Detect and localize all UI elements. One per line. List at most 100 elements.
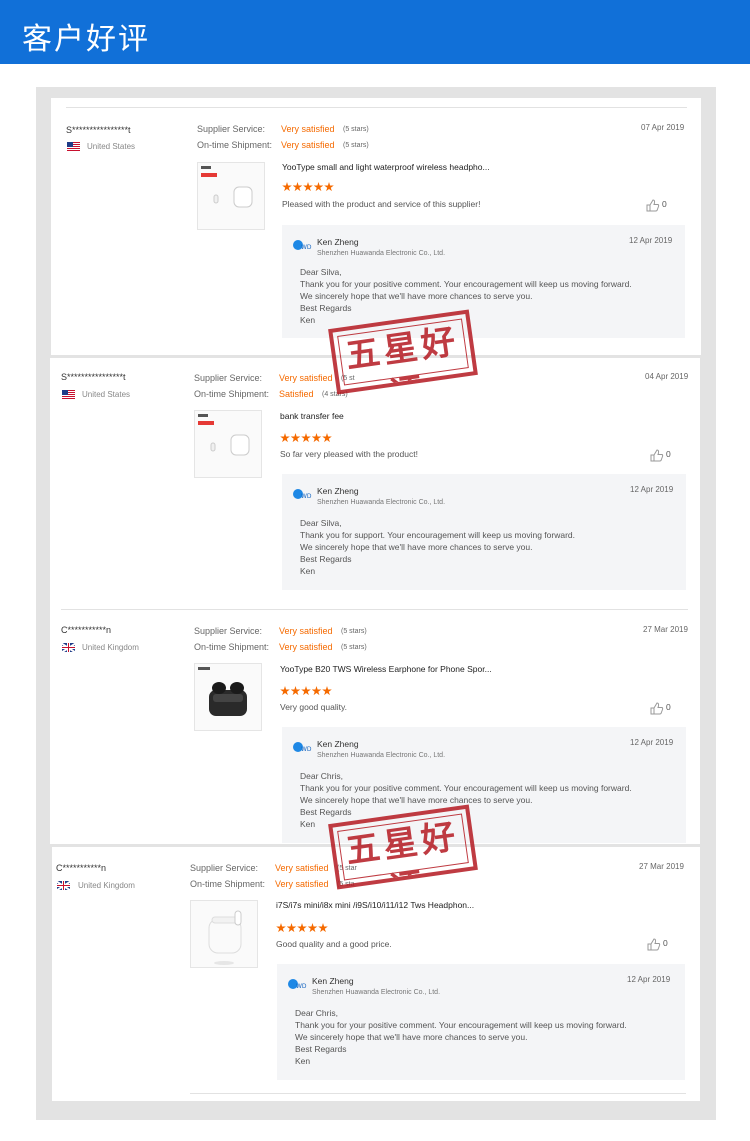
product-thumbnail[interactable] — [190, 900, 258, 968]
reply-date: 12 Apr 2019 — [629, 236, 673, 245]
company-logo-icon: WD — [293, 240, 312, 251]
like-button[interactable]: 0 — [647, 938, 683, 952]
star-rating — [280, 683, 333, 696]
supplier-service-rating: Very satisfied — [279, 373, 333, 383]
reply-line: We sincerely hope that we'll have more c… — [300, 795, 533, 805]
review-card: C***********n United Kingdom Supplier Se… — [52, 847, 700, 1101]
page-title: 客户好评 — [22, 22, 150, 57]
product-link[interactable]: bank transfer fee — [280, 411, 344, 421]
svg-text:WD: WD — [301, 746, 312, 753]
product-link[interactable]: i7S/i7s mini/i8x mini /i9S/i10/i11/i12 T… — [276, 900, 474, 910]
reply-line: Best Regards — [300, 807, 352, 817]
supplier-service-rating: Very satisfied — [281, 124, 335, 134]
reviewer-country: United States — [87, 142, 136, 151]
product-link[interactable]: YooType B20 TWS Wireless Earphone for Ph… — [280, 664, 492, 674]
reply-line: Dear Silva, — [300, 267, 342, 277]
svg-text:WD: WD — [296, 983, 307, 990]
star-icon — [301, 686, 311, 696]
shipment-rating: Satisfied — [279, 389, 314, 399]
star-rating — [276, 920, 329, 933]
star-icon — [297, 923, 307, 933]
like-button[interactable]: 0 — [646, 199, 682, 213]
star-icon — [303, 182, 313, 192]
reviewer-country: United Kingdom — [78, 881, 135, 890]
reply-company: Shenzhen Huawanda Electronic Co., Ltd. — [317, 752, 446, 759]
supplier-reply: WD Ken Zheng Shenzhen Huawanda Electroni… — [282, 225, 685, 338]
review-card: S****************t United States Supplie… — [50, 358, 700, 844]
shipment-label: On-time Shipment: — [194, 389, 270, 399]
product-link[interactable]: YooType small and light waterproof wirel… — [282, 162, 490, 172]
review-comment: Good quality and a good price. — [276, 939, 392, 949]
star-rating — [280, 430, 333, 443]
svg-text:WD: WD — [301, 493, 312, 500]
supplier-service-label: Supplier Service: — [194, 373, 263, 383]
star-icon — [276, 923, 286, 933]
star-icon — [322, 433, 332, 443]
like-count: 0 — [663, 938, 668, 948]
company-logo-icon: WD — [288, 979, 307, 990]
reviewer-name: C***********n — [61, 625, 112, 635]
star-icon — [290, 686, 301, 696]
product-thumbnail[interactable] — [197, 162, 265, 230]
reply-company: Shenzhen Huawanda Electronic Co., Ltd. — [317, 499, 446, 506]
shipment-stars: (5 stars) — [341, 644, 367, 651]
reply-author: Ken Zheng — [317, 486, 359, 496]
reply-line: Dear Chris, — [300, 771, 343, 781]
reply-line: Thank you for support. Your encouragemen… — [300, 530, 575, 540]
reply-line: Ken — [300, 566, 316, 576]
star-icon — [286, 923, 297, 933]
supplier-reply: WD Ken Zheng Shenzhen Huawanda Electroni… — [282, 474, 686, 590]
like-button[interactable]: 0 — [650, 702, 686, 716]
supplier-reply: WD Ken Zheng Shenzhen Huawanda Electroni… — [277, 964, 685, 1080]
reply-company: Shenzhen Huawanda Electronic Co., Ltd. — [312, 989, 441, 996]
product-thumbnail[interactable] — [194, 663, 262, 731]
reply-line: Best Regards — [295, 1044, 347, 1054]
reply-line: Thank you for your positive comment. You… — [295, 1020, 627, 1030]
reply-date: 12 Apr 2019 — [630, 738, 674, 747]
thumbs-up-icon — [646, 199, 660, 212]
reviewer-country: United States — [82, 390, 131, 399]
like-count: 0 — [666, 449, 671, 459]
star-icon — [322, 686, 332, 696]
star-icon — [311, 433, 322, 443]
star-icon — [307, 923, 318, 933]
review-date: 04 Apr 2019 — [645, 372, 689, 381]
review-date: 07 Apr 2019 — [641, 123, 685, 132]
star-rating — [282, 179, 335, 192]
svg-text:WD: WD — [301, 244, 312, 251]
review-comment: Pleased with the product and service of … — [282, 199, 481, 209]
uk-flag-icon — [62, 643, 75, 652]
shipment-label: On-time Shipment: — [194, 642, 270, 652]
star-icon — [311, 686, 322, 696]
product-thumbnail[interactable] — [194, 410, 262, 478]
company-logo-icon: WD — [293, 489, 312, 500]
reviewer-name: S****************t — [61, 372, 126, 382]
airpods-image-icon — [201, 166, 253, 208]
star-icon — [280, 686, 290, 696]
review-date: 27 Mar 2019 — [639, 862, 684, 871]
supplier-service-stars: (5 stars) — [341, 628, 367, 635]
us-flag-icon — [62, 390, 75, 399]
reply-line: Dear Silva, — [300, 518, 342, 528]
reply-line: Ken — [300, 315, 316, 325]
star-icon — [313, 182, 324, 192]
star-icon — [318, 923, 328, 933]
reply-line: We sincerely hope that we'll have more c… — [300, 542, 533, 552]
reply-line: Thank you for your positive comment. You… — [300, 279, 632, 289]
like-button[interactable]: 0 — [650, 449, 686, 463]
reply-date: 12 Apr 2019 — [627, 975, 671, 984]
company-logo-icon: WD — [293, 742, 312, 753]
reviews-frame: S****************t United States Supplie… — [36, 87, 716, 1120]
reply-date: 12 Apr 2019 — [630, 485, 674, 494]
divider — [190, 1093, 686, 1094]
review-comment: Very good quality. — [280, 702, 347, 712]
supplier-service-label: Supplier Service: — [197, 124, 266, 134]
divider — [66, 107, 687, 108]
like-count: 0 — [662, 199, 667, 209]
reply-line: Thank you for your positive comment. You… — [300, 783, 632, 793]
divider — [61, 609, 688, 610]
thumbs-up-icon — [647, 938, 661, 951]
us-flag-icon — [67, 142, 80, 151]
reply-line: Best Regards — [300, 554, 352, 564]
reviewer-country: United Kingdom — [82, 643, 139, 652]
